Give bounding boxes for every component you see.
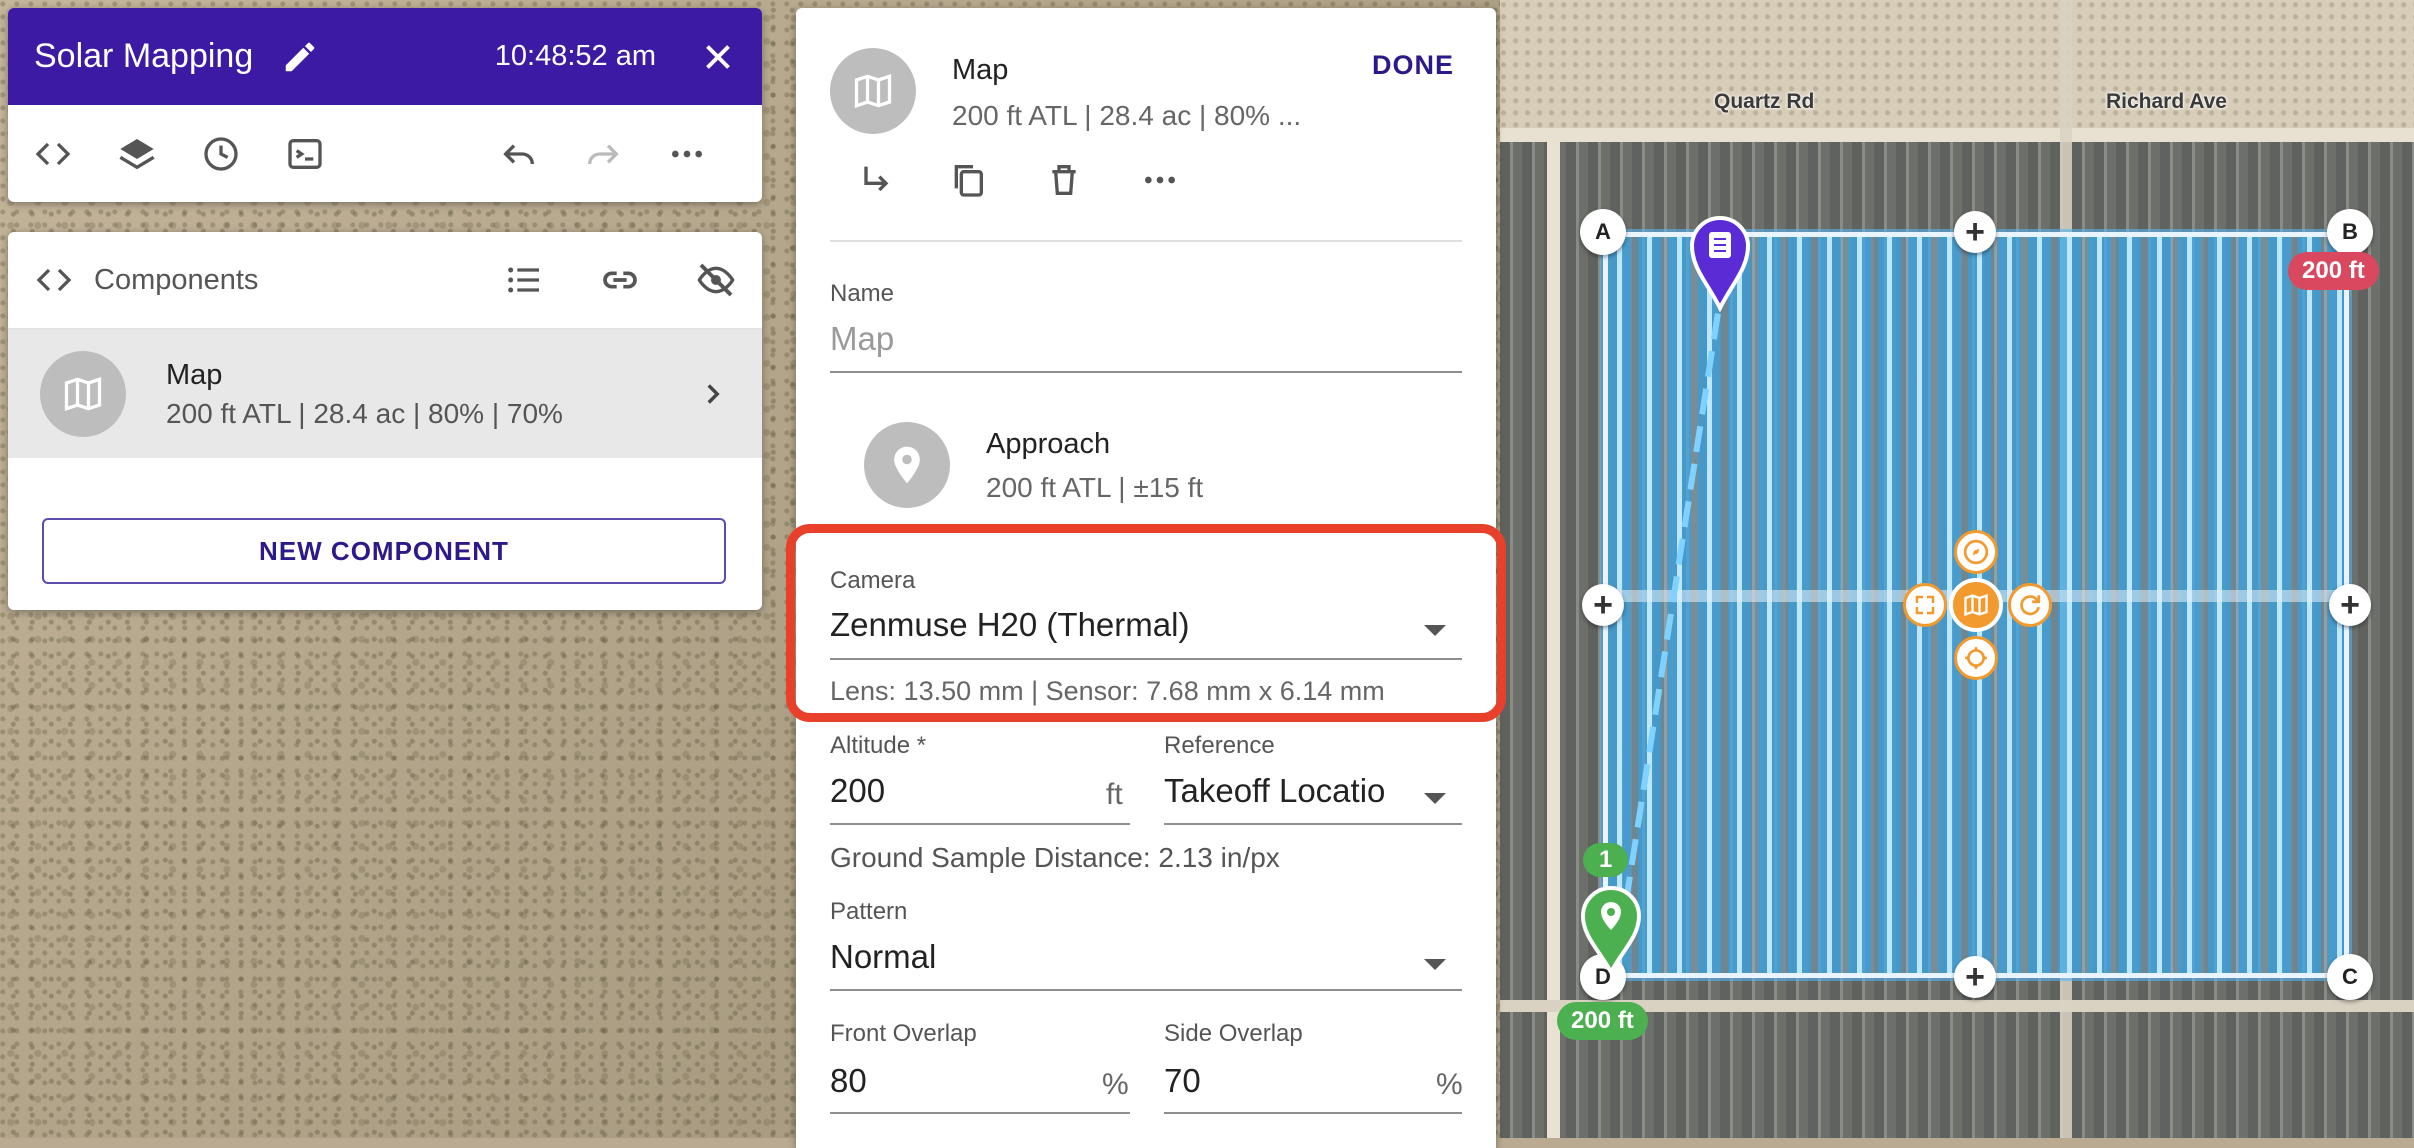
divider: [830, 240, 1462, 242]
rotate-control-icon[interactable]: [2008, 583, 2052, 627]
pattern-label: Pattern: [830, 898, 908, 925]
altitude-underline: [830, 823, 1130, 825]
start-sequence-badge: 1: [1583, 843, 1629, 877]
street-label-quartz: Quartz Rd: [1714, 90, 1815, 113]
altitude-badge-start: 200 ft: [1557, 1002, 1648, 1040]
components-panel: Components Map 200 ft ATL | 28.4 ac | 80…: [8, 232, 762, 610]
redo-icon[interactable]: [576, 122, 630, 186]
delete-icon[interactable]: [1044, 160, 1084, 200]
code-icon[interactable]: [34, 260, 74, 300]
title-bar: Solar Mapping 10:48:52 am: [8, 8, 762, 105]
editor-title: Map: [952, 54, 1009, 86]
corner-handle-b[interactable]: B: [2327, 209, 2373, 255]
map-top-strip: [1500, 0, 2414, 128]
clock-time: 10:48:52 am: [494, 40, 656, 72]
scale-control-icon[interactable]: [1954, 636, 1998, 680]
layers-icon[interactable]: [110, 122, 164, 186]
takeoff-pin-icon[interactable]: [1581, 886, 1641, 976]
ground-sample-distance: Ground Sample Distance: 2.13 in/px: [830, 842, 1280, 873]
link-icon[interactable]: [600, 260, 640, 300]
pencil-icon[interactable]: [281, 38, 319, 76]
corner-handle-a[interactable]: A: [1580, 209, 1626, 255]
altitude-badge-b: 200 ft: [2288, 252, 2379, 290]
front-overlap-input[interactable]: 80: [830, 1062, 867, 1100]
more-icon[interactable]: [1140, 160, 1180, 200]
corner-handle-c[interactable]: C: [2327, 954, 2373, 1000]
name-underline: [830, 371, 1462, 373]
approach-summary: 200 ft ATL | ±15 ft: [986, 472, 1204, 503]
location-pin-icon: [864, 422, 950, 508]
side-overlap-underline: [1164, 1112, 1462, 1114]
name-input[interactable]: Map: [830, 320, 894, 358]
camera-highlight-box: [786, 524, 1506, 722]
expand-control-icon[interactable]: [1903, 583, 1947, 627]
components-title: Components: [94, 263, 259, 296]
visibility-off-icon[interactable]: [696, 260, 736, 300]
component-item-map[interactable]: Map 200 ft ATL | 28.4 ac | 80% | 70%: [8, 330, 762, 458]
component-summary: 200 ft ATL | 28.4 ac | 80% | 70%: [166, 397, 563, 429]
add-vertex-bottom[interactable]: +: [1954, 956, 1996, 998]
pattern-select[interactable]: Normal: [830, 938, 936, 976]
editor-subtitle: 200 ft ATL | 28.4 ac | 80% ...: [952, 100, 1302, 131]
road: [1500, 128, 2414, 142]
subdirectory-arrow-icon[interactable]: [856, 160, 896, 200]
front-overlap-label: Front Overlap: [830, 1020, 977, 1047]
waypoint-pin-icon[interactable]: [1690, 216, 1750, 312]
history-icon[interactable]: [194, 122, 248, 186]
reference-label: Reference: [1164, 732, 1275, 759]
terminal-icon[interactable]: [278, 122, 332, 186]
map-icon: [40, 351, 126, 437]
chevron-right-icon[interactable]: [696, 377, 730, 411]
new-component-button[interactable]: NEW COMPONENT: [42, 518, 726, 584]
add-vertex-top[interactable]: +: [1954, 211, 1996, 253]
add-vertex-right[interactable]: +: [2329, 584, 2371, 626]
component-name: Map: [166, 358, 223, 391]
reference-underline: [1164, 823, 1462, 825]
altitude-input[interactable]: 200: [830, 772, 885, 810]
front-overlap-underline: [830, 1112, 1130, 1114]
altitude-label: Altitude *: [830, 732, 927, 759]
map-icon: [830, 48, 916, 134]
map-center-control-icon[interactable]: [1949, 578, 2003, 632]
done-button[interactable]: DONE: [1372, 50, 1454, 81]
chevron-down-icon[interactable]: [1424, 793, 1446, 804]
street-label-richard: Richard Ave: [2106, 90, 2227, 113]
project-title[interactable]: Solar Mapping: [34, 37, 253, 76]
main-toolbar: [8, 105, 762, 202]
pattern-underline: [830, 989, 1462, 991]
undo-icon[interactable]: [492, 122, 546, 186]
side-overlap-unit: %: [1436, 1068, 1463, 1101]
chevron-down-icon[interactable]: [1424, 959, 1446, 970]
list-icon[interactable]: [504, 260, 544, 300]
compass-control-icon[interactable]: [1954, 530, 1998, 574]
side-overlap-input[interactable]: 70: [1164, 1062, 1201, 1100]
add-vertex-left[interactable]: +: [1582, 584, 1624, 626]
approach-title: Approach: [986, 428, 1111, 460]
copy-icon[interactable]: [948, 160, 988, 200]
reference-select[interactable]: Takeoff Locatio: [1164, 772, 1404, 810]
front-overlap-unit: %: [1102, 1068, 1129, 1101]
altitude-unit: ft: [1106, 778, 1123, 811]
name-label: Name: [830, 280, 895, 307]
project-header-card: Solar Mapping 10:48:52 am: [8, 8, 762, 202]
more-icon[interactable]: [660, 122, 714, 186]
code-icon[interactable]: [26, 122, 80, 186]
side-overlap-label: Side Overlap: [1164, 1020, 1303, 1047]
close-icon[interactable]: [700, 39, 736, 75]
components-header: Components: [8, 232, 762, 330]
